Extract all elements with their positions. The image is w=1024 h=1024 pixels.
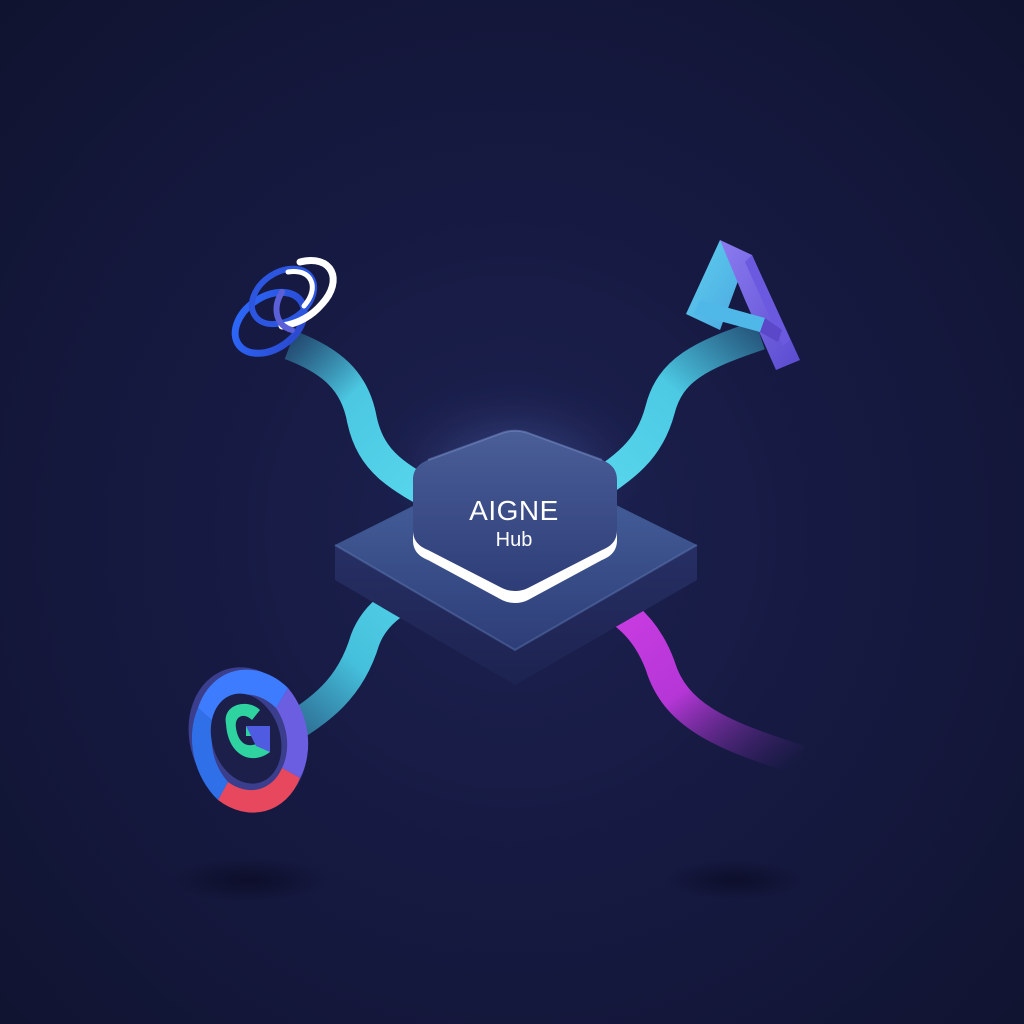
diagram-canvas — [170, 240, 805, 902]
floor-shadow-right — [665, 860, 805, 900]
g-circle-icon — [188, 667, 309, 813]
floor-shadow-left — [170, 858, 330, 902]
aigne-hub-illustration: AIGNE Hub — [0, 0, 1024, 1024]
